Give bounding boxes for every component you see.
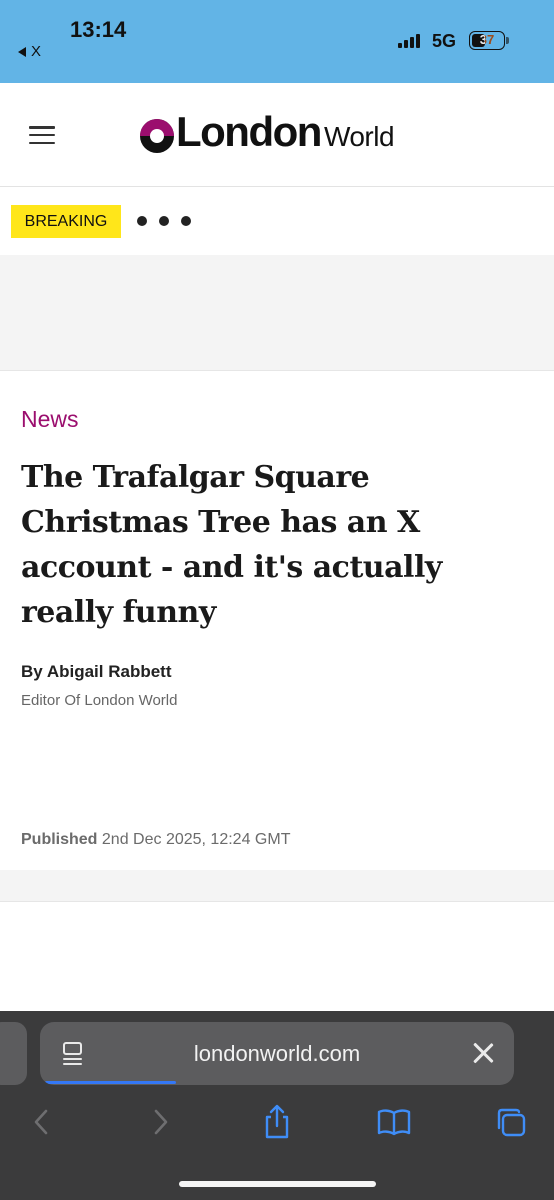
logo-world-text: World <box>323 121 395 152</box>
back-to-app-button[interactable]: X <box>18 43 41 60</box>
status-bar: 13:14 X 5G 37 <box>0 0 554 83</box>
published-date: Published 2nd Dec 2025, 12:24 GMT <box>21 831 290 849</box>
bookmarks-icon[interactable] <box>374 1104 414 1140</box>
article-headline: The Trafalgar Square Christmas Tree has … <box>21 460 442 630</box>
address-url[interactable]: londonworld.com <box>40 1022 514 1085</box>
ad-placeholder <box>0 255 554 371</box>
back-app-label: X <box>31 43 42 60</box>
share-icon[interactable] <box>257 1104 297 1140</box>
forward-chevron-icon[interactable] <box>141 1104 181 1140</box>
article-category-link[interactable]: News <box>21 406 79 433</box>
back-chevron-icon[interactable] <box>21 1104 61 1140</box>
battery-cap <box>506 37 509 44</box>
menu-icon[interactable] <box>29 126 55 144</box>
page-load-progress <box>45 1081 176 1084</box>
published-datetime: 2nd Dec 2025, 12:24 GMT <box>101 831 291 848</box>
network-type: 5G <box>432 31 457 51</box>
ad-placeholder-secondary <box>0 870 554 902</box>
site-logo[interactable]: London World <box>140 108 395 155</box>
author-role: Editor Of London World <box>21 692 178 709</box>
battery-percent: 37 <box>479 32 495 47</box>
reader-mode-icon[interactable] <box>62 1042 84 1066</box>
cellular-signal-icon <box>398 34 420 48</box>
browser-toolbar: londonworld.com <box>0 1011 554 1200</box>
back-arrow-icon <box>18 46 26 57</box>
author-byline[interactable]: By Abigail Rabbett <box>21 662 172 682</box>
logo-london-text: London <box>176 108 322 155</box>
site-header: London World <box>0 83 554 187</box>
stop-loading-icon[interactable] <box>472 1042 494 1064</box>
previous-tab-preview[interactable] <box>0 1022 27 1085</box>
logo-mark-icon <box>140 119 174 153</box>
address-bar[interactable]: londonworld.com <box>40 1022 514 1085</box>
battery-icon: 37 <box>469 31 505 50</box>
article-header: News The Trafalgar Square Christmas Tree… <box>0 372 554 870</box>
status-time: 13:14 <box>70 17 127 42</box>
home-indicator[interactable] <box>179 1181 376 1187</box>
breaking-badge[interactable]: BREAKING <box>11 205 121 238</box>
published-label: Published <box>21 831 98 848</box>
loading-dots-icon <box>137 216 191 226</box>
tabs-icon[interactable] <box>491 1104 531 1140</box>
breaking-news-bar: BREAKING <box>0 188 554 255</box>
browser-nav-row <box>0 1096 554 1146</box>
